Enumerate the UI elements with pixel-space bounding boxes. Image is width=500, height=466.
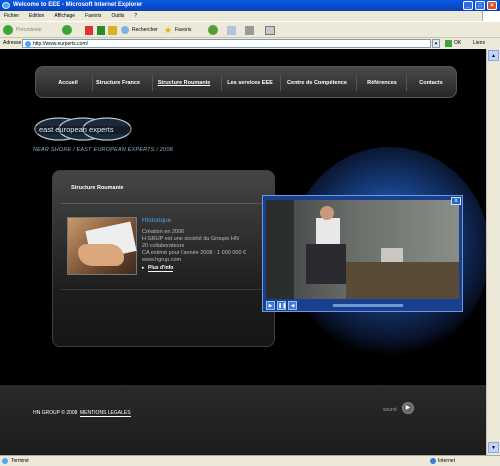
legal-link[interactable]: MENTIONS LEGALES: [80, 410, 131, 417]
history-line: 20 collaborateurs: [142, 243, 185, 249]
history-line: CA estimé pour l'année 2008 : 1 000 000 …: [142, 250, 247, 256]
menu-affichage[interactable]: Affichage: [54, 13, 75, 19]
video-person-head: [320, 206, 334, 220]
nav-accueil[interactable]: Accueil: [48, 67, 88, 99]
nav-separator: [280, 75, 281, 91]
play-icon[interactable]: ▶: [266, 301, 275, 310]
video-person-body: [306, 244, 346, 284]
hands-shape: [78, 244, 124, 266]
nav-separator: [92, 75, 93, 91]
stop-icon[interactable]: [85, 26, 93, 35]
company-logo: east european experts: [33, 116, 136, 146]
refresh-icon[interactable]: [97, 26, 105, 35]
nav-structure-france[interactable]: Structure France: [94, 67, 142, 99]
menu-favoris[interactable]: Favoris: [85, 13, 101, 19]
nav-centre-competence[interactable]: Centre de Compétence: [282, 67, 352, 99]
menu-edition[interactable]: Edition: [29, 13, 44, 19]
search-label: Rechercher: [132, 27, 158, 33]
ie-status-icon: [2, 458, 8, 464]
scroll-up-icon[interactable]: ▲: [488, 50, 499, 61]
star-icon: ★: [164, 25, 173, 35]
content-panel: Structure Roumanie Historique Création e…: [52, 170, 275, 347]
zone-label: Internet: [438, 458, 455, 464]
history-line: Création en 2006: [142, 229, 185, 235]
nav-separator: [356, 75, 357, 91]
video-dark-area: [266, 200, 294, 299]
keyboard-photo: [67, 217, 137, 275]
sound-label: sound: [383, 407, 397, 413]
volume-icon[interactable]: ◀: [288, 301, 297, 310]
menu-bar: Fichier Edition Affichage Favoris Outils?: [0, 11, 500, 21]
history-icon[interactable]: [208, 25, 218, 35]
video-player: x ▶ ❚❚ ◀: [262, 195, 463, 312]
favorites-button[interactable]: ★ Favoris: [164, 25, 199, 36]
history-line[interactable]: www.hgrup.com: [142, 257, 181, 263]
window-title: Welcome to EEE - Microsoft Internet Expl…: [13, 2, 143, 8]
ie-logo-icon: [2, 2, 10, 9]
favorites-label: Favoris: [175, 27, 192, 33]
minimize-button[interactable]: _: [463, 1, 473, 10]
mail-icon[interactable]: [227, 26, 236, 35]
main-nav: Accueil Structure France Structure Rouma…: [35, 66, 457, 98]
address-input[interactable]: http://www.eurperts.com/: [22, 39, 431, 48]
logo-tagline: NEAR SHORE / EAST EUROPEAN EXPERTS / 200…: [33, 147, 173, 153]
nav-structure-roumanie[interactable]: Structure Roumanie: [154, 67, 214, 99]
nav-separator: [406, 75, 407, 91]
status-bar: Terminé Internet: [0, 455, 500, 466]
forward-button[interactable]: [62, 25, 72, 35]
panel-title: Structure Roumanie: [71, 185, 124, 191]
vertical-scrollbar[interactable]: ▲ ▼: [486, 49, 500, 455]
menu-fichier[interactable]: Fichier: [4, 13, 19, 19]
close-button[interactable]: ×: [487, 1, 497, 10]
back-button[interactable]: Précédente: [3, 25, 58, 36]
maximize-button[interactable]: □: [475, 1, 485, 10]
go-arrow-icon[interactable]: [445, 40, 452, 47]
panel-divider: [61, 203, 266, 204]
go-button[interactable]: OK: [454, 38, 461, 49]
page-icon: [25, 41, 31, 47]
nav-contacts[interactable]: Contacts: [408, 67, 454, 99]
window-titlebar: Welcome to EEE - Microsoft Internet Expl…: [0, 0, 500, 11]
scroll-down-icon[interactable]: ▼: [488, 442, 499, 453]
edit-icon[interactable]: [265, 26, 275, 35]
copyright-text: HN GROUP © 2008: [33, 410, 78, 416]
nav-services-eee[interactable]: Les services EEE: [222, 67, 278, 99]
back-label: Précédente: [16, 27, 42, 33]
history-title: Historique: [142, 217, 172, 224]
page-footer: HN GROUP © 2008 MENTIONS LEGALES sound ▶: [0, 385, 486, 455]
video-close-button[interactable]: x: [451, 197, 461, 205]
video-frame[interactable]: [266, 200, 459, 299]
video-desk: [346, 262, 459, 299]
address-dropdown-icon[interactable]: ▾: [432, 39, 440, 48]
internet-zone-icon: [430, 458, 436, 464]
home-icon[interactable]: [108, 26, 117, 35]
video-progress-track[interactable]: [333, 304, 403, 307]
pause-icon[interactable]: ❚❚: [277, 301, 286, 310]
nav-references[interactable]: Références: [358, 67, 406, 99]
history-line: H GRUP est une société du Groupe HN: [142, 236, 239, 242]
back-arrow-icon: [3, 25, 13, 35]
video-monitor: [381, 248, 403, 262]
more-info-link[interactable]: Plus d'info: [148, 265, 174, 272]
print-icon[interactable]: [245, 26, 254, 35]
menu-help[interactable]: ?: [134, 13, 137, 19]
toolbar: Précédente Rechercher ★ Favoris: [0, 21, 500, 38]
address-label: Adresse: [3, 40, 22, 46]
search-button[interactable]: Rechercher: [121, 25, 165, 36]
more-arrow-icon: ▸: [142, 265, 145, 271]
logo-text: east european experts: [39, 125, 114, 134]
windows-logo-icon: [482, 11, 500, 21]
links-label[interactable]: Liens: [473, 38, 485, 49]
menu-outils[interactable]: Outils: [111, 13, 124, 19]
nav-separator: [152, 75, 153, 91]
search-icon: [121, 26, 129, 34]
address-url: http://www.eurperts.com/: [33, 41, 89, 47]
status-text: Terminé: [11, 458, 29, 464]
address-bar: Adresse http://www.eurperts.com/ ▾ OK Li…: [0, 38, 500, 49]
panel-divider: [61, 289, 266, 290]
sound-play-button[interactable]: ▶: [402, 402, 414, 414]
web-page: Accueil Structure France Structure Rouma…: [0, 49, 486, 455]
